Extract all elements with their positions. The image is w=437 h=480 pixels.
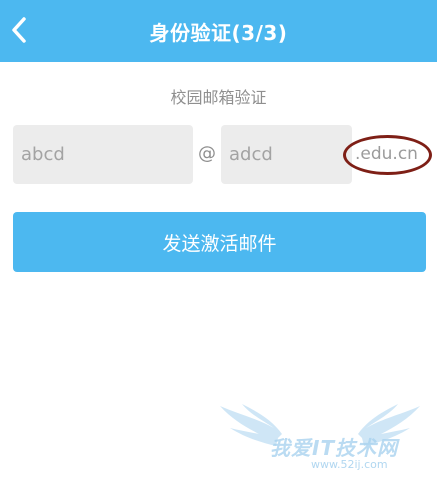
page-title: 身份验证(3/3) — [149, 20, 288, 45]
section-label: 校园邮箱验证 — [170, 88, 267, 107]
email-domain-input[interactable] — [229, 144, 352, 165]
suffix-highlight-ring — [343, 135, 432, 175]
back-button[interactable] — [2, 11, 36, 49]
at-sign-label: @ — [198, 143, 216, 164]
email-username-field-container — [13, 125, 193, 184]
email-username-input[interactable] — [21, 144, 193, 165]
email-domain-field-container — [221, 125, 352, 184]
watermark-url: www.52ij.com — [311, 458, 388, 471]
header-bar: 身份验证(3/3) — [0, 0, 437, 62]
send-activation-email-button[interactable]: 发送激活邮件 — [13, 212, 426, 272]
chevron-left-icon — [12, 17, 26, 43]
watermark-text: 我爱IT技术网 — [270, 436, 399, 460]
